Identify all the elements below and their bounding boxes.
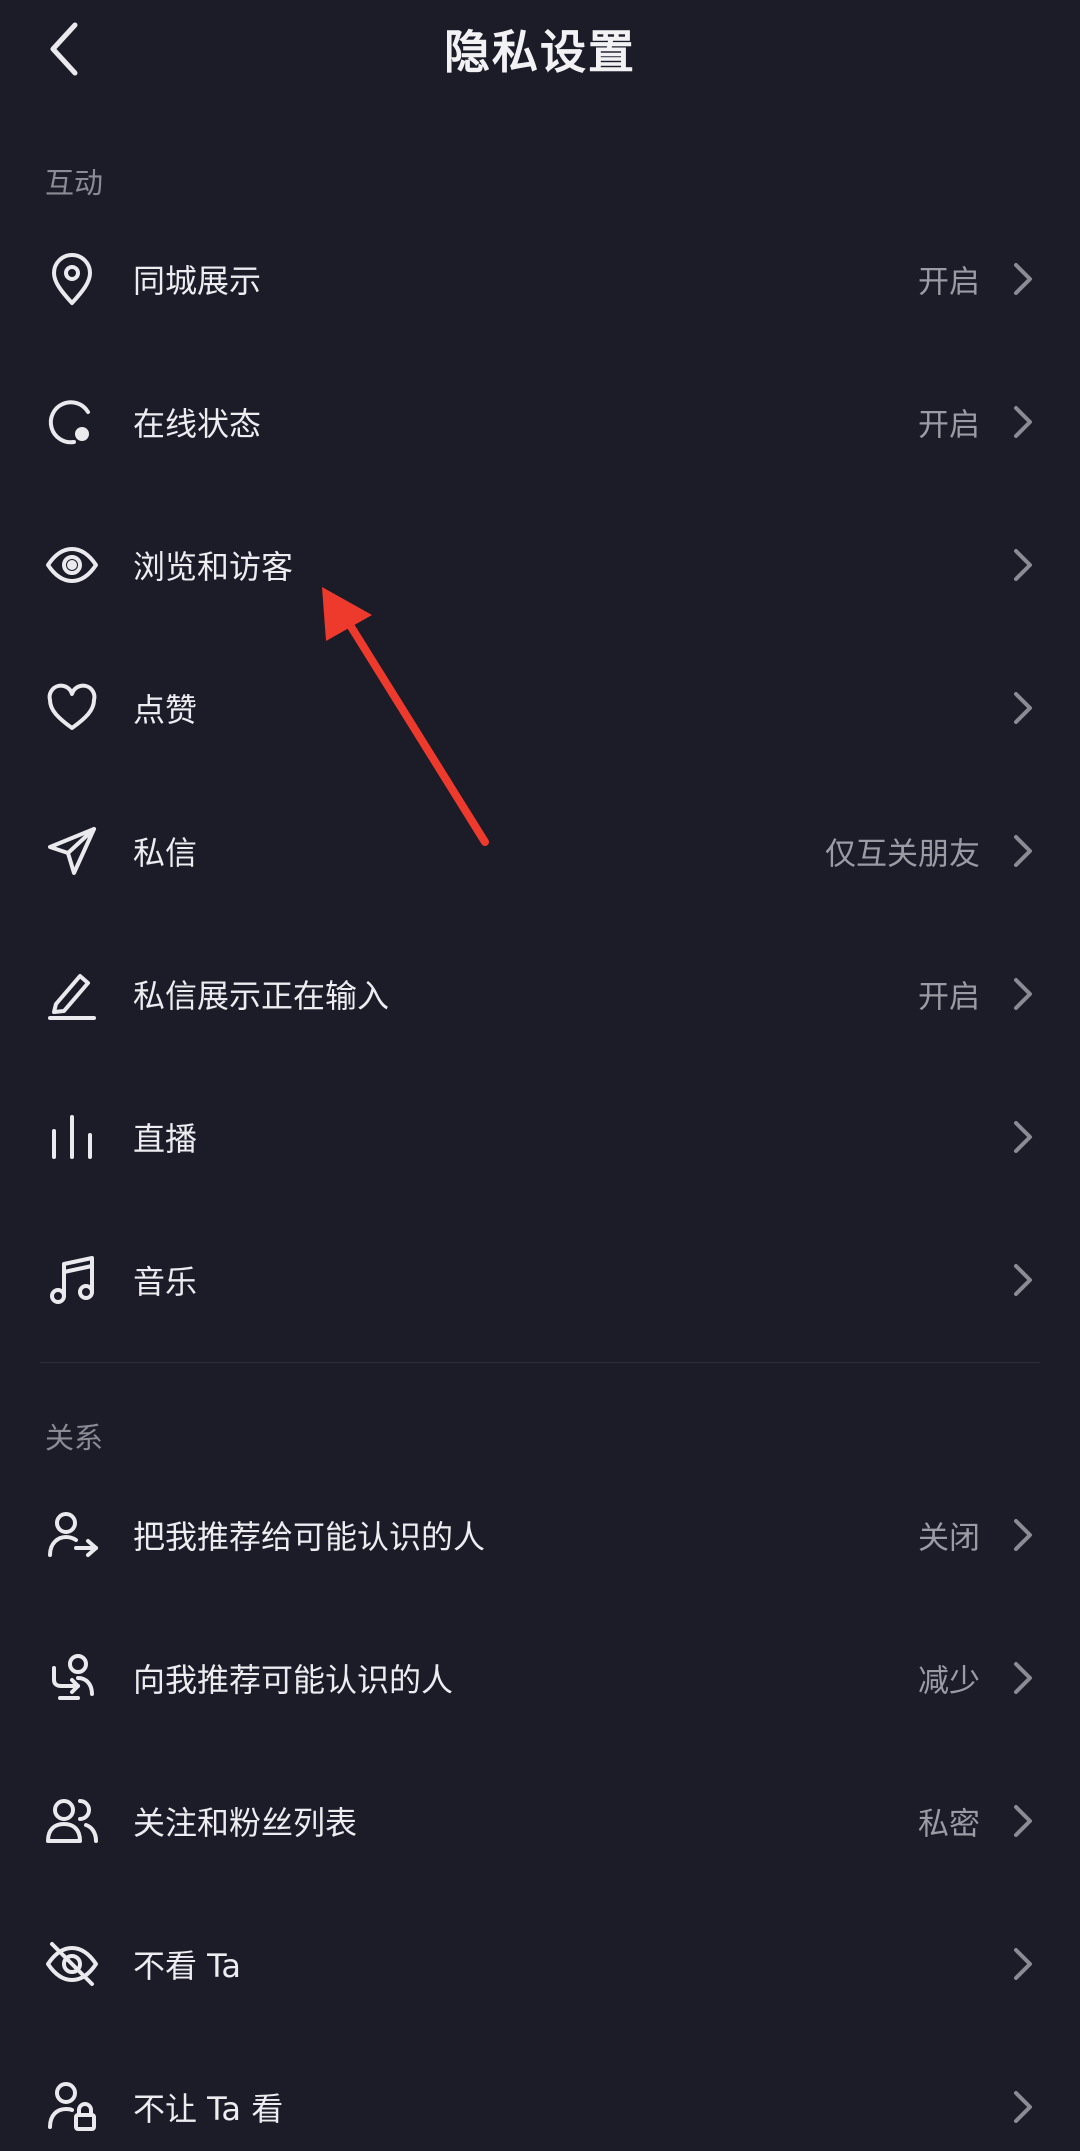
users-icon [44,1793,100,1849]
row-value: 开启 [918,979,980,1015]
row-label: 音乐 [133,1262,198,1301]
row-views-and-visitors[interactable]: 浏览和访客 [0,493,1080,636]
section-header-relations: 关系 [45,1421,104,1455]
chevron-right-icon [1010,2087,1036,2127]
chevron-right-icon [1010,1658,1036,1698]
row-label: 浏览和访客 [133,547,294,586]
row-recommend-others-to-me[interactable]: 向我推荐可能认识的人 减少 [0,1606,1080,1749]
chevron-right-icon [1010,1801,1036,1841]
row-label: 把我推荐给可能认识的人 [133,1517,486,1556]
row-value: 关闭 [918,1520,980,1556]
row-likes[interactable]: 点赞 [0,636,1080,779]
row-online-status[interactable]: 在线状态 开启 [0,350,1080,493]
privacy-settings-page: 隐私设置 互动 同城展示 开启 在线状态 开启 浏览和访客 点赞 私信 仅互关朋… [0,0,1080,2151]
eye-icon [44,537,100,593]
row-label: 同城展示 [133,261,262,300]
row-recommend-me-to-others[interactable]: 把我推荐给可能认识的人 关闭 [0,1463,1080,1606]
pen-icon [44,966,100,1022]
chevron-right-icon [1010,831,1036,871]
chevron-right-icon [1010,1944,1036,1984]
row-value: 仅互关朋友 [825,836,980,872]
row-music[interactable]: 音乐 [0,1208,1080,1351]
online-status-icon [44,394,100,450]
row-label: 直播 [133,1119,198,1158]
page-title: 隐私设置 [444,25,636,79]
row-live[interactable]: 直播 [0,1065,1080,1208]
user-share-icon [44,1507,100,1563]
row-block-them-viewing[interactable]: 不让 Ta 看 [0,2035,1080,2151]
chevron-right-icon [1010,402,1036,442]
chevron-right-icon [1010,259,1036,299]
row-value: 开启 [918,264,980,300]
user-lock-icon [44,2079,100,2135]
row-following-followers[interactable]: 关注和粉丝列表 私密 [0,1749,1080,1892]
row-direct-message[interactable]: 私信 仅互关朋友 [0,779,1080,922]
eye-off-icon [44,1936,100,1992]
top-bar: 隐私设置 [0,0,1080,100]
row-label: 私信 [133,833,198,872]
row-value: 开启 [918,407,980,443]
row-hide-their-content[interactable]: 不看 Ta [0,1892,1080,2035]
row-label: 不让 Ta 看 [133,2089,284,2128]
chevron-right-icon [1010,688,1036,728]
chevron-right-icon [1010,1515,1036,1555]
row-typing-indicator[interactable]: 私信展示正在输入 开启 [0,922,1080,1065]
chevron-right-icon [1010,545,1036,585]
music-note-icon [44,1252,100,1308]
row-value: 私密 [918,1806,980,1842]
row-label: 向我推荐可能认识的人 [133,1660,454,1699]
row-label: 点赞 [133,690,198,729]
location-pin-icon [44,251,100,307]
row-location-display[interactable]: 同城展示 开启 [0,207,1080,350]
row-label: 私信展示正在输入 [133,976,390,1015]
user-recommend-icon [44,1650,100,1706]
chevron-right-icon [1010,1260,1036,1300]
chevron-right-icon [1010,974,1036,1014]
live-bars-icon [44,1109,100,1165]
row-label: 关注和粉丝列表 [133,1803,358,1842]
section-header-interaction: 互动 [45,166,104,200]
row-value: 减少 [918,1663,980,1699]
send-icon [44,823,100,879]
section-divider [40,1362,1040,1363]
row-label: 不看 Ta [133,1946,242,1985]
chevron-right-icon [1010,1117,1036,1157]
heart-icon [44,680,100,736]
row-label: 在线状态 [133,404,262,443]
